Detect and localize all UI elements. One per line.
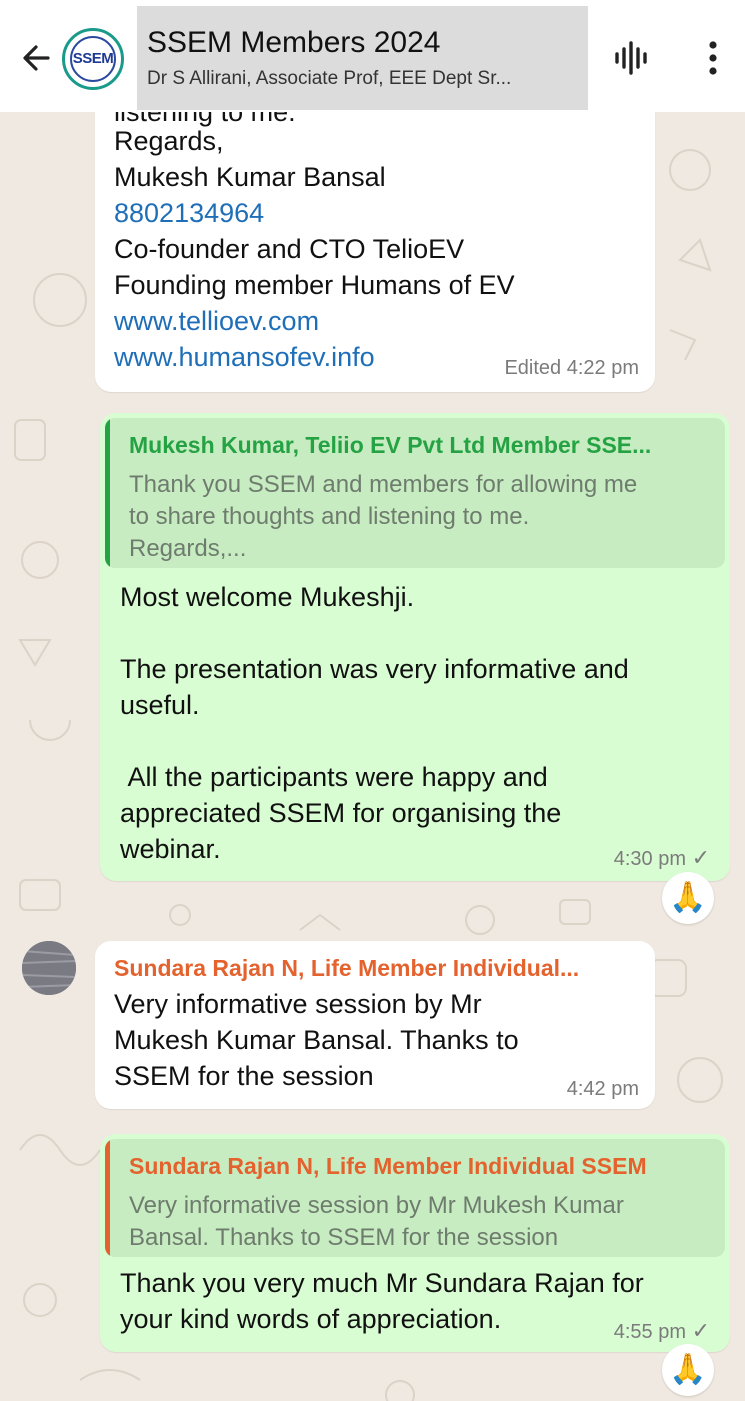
message-text: Co-founder and CTO TelioEV — [114, 234, 465, 264]
message-time: 4:55 pm ✓ — [614, 1318, 710, 1344]
message-text: Mukesh Kumar Bansal — [114, 162, 386, 192]
group-subtitle: Dr S Allirani, Associate Prof, EEE Dept … — [147, 68, 512, 89]
message-incoming[interactable]: Sundara Rajan N, Life Member Individual.… — [95, 941, 655, 1109]
web-link[interactable]: www.tellioev.com — [114, 303, 319, 339]
message-text: Very informative session by Mr — [114, 989, 482, 1019]
message-text: webinar. — [120, 834, 221, 864]
message-text: The presentation was very informative an… — [120, 654, 629, 684]
quoted-text: Thank you SSEM and members for allowing … — [129, 471, 638, 498]
time-text: 4:30 pm — [613, 848, 686, 870]
arrow-left-icon[interactable] — [18, 38, 58, 78]
quoted-message[interactable]: Mukesh Kumar, Teliio EV Pvt Ltd Member S… — [105, 418, 725, 568]
message-outgoing-reply[interactable]: Mukesh Kumar, Teliio EV Pvt Ltd Member S… — [100, 413, 730, 881]
message-meta: Edited 4:22 pm — [504, 357, 639, 379]
more-vertical-icon[interactable] — [700, 40, 726, 76]
reaction-pray-icon[interactable]: 🙏 — [662, 872, 714, 924]
message-time: 4:42 pm — [566, 1078, 639, 1100]
avatar-image — [22, 941, 76, 995]
message-text: Mukesh Kumar Bansal. Thanks to — [114, 1025, 519, 1055]
quoted-text: Bansal. Thanks to SSEM for the session — [129, 1224, 559, 1251]
quoted-sender: Sundara Rajan N, Life Member Individual … — [129, 1153, 647, 1179]
sent-tick-icon: ✓ — [691, 1318, 710, 1343]
message-outgoing-reply[interactable]: Sundara Rajan N, Life Member Individual … — [100, 1134, 730, 1352]
reaction-pray-icon[interactable]: 🙏 — [662, 1344, 714, 1396]
group-avatar[interactable]: SSEM — [62, 28, 124, 90]
message-text: appreciated SSEM for organising the — [120, 798, 562, 828]
quote-bar — [105, 1139, 110, 1257]
message-text: Thank you very much Mr Sundara Rajan for — [120, 1268, 644, 1298]
message-text: Most welcome Mukeshji. — [120, 582, 415, 612]
message-text: Regards, — [114, 126, 224, 156]
quoted-message[interactable]: Sundara Rajan N, Life Member Individual … — [105, 1139, 725, 1257]
quoted-text: to share thoughts and listening to me. — [129, 503, 530, 530]
audio-wave-icon[interactable] — [612, 40, 652, 76]
message-text: Founding member Humans of EV — [114, 270, 515, 300]
time-text: 4:55 pm — [613, 1321, 686, 1343]
quote-bar — [105, 418, 110, 568]
sender-name[interactable]: Sundara Rajan N, Life Member Individual.… — [114, 955, 579, 982]
message-text: All the participants were happy and — [120, 762, 548, 792]
sender-avatar[interactable] — [22, 941, 76, 995]
quoted-text: Very informative session by Mr Mukesh Ku… — [129, 1192, 624, 1219]
message-text: your kind words of appreciation. — [120, 1304, 502, 1334]
message-text: SSEM for the session — [114, 1061, 374, 1091]
logo-text: SSEM — [72, 50, 114, 67]
sent-tick-icon: ✓ — [691, 845, 710, 870]
message-time: 4:30 pm ✓ — [614, 845, 710, 871]
quoted-text: Regards,... — [129, 535, 247, 562]
chat-screen: SSEM SSEM Members 2024 Dr S Allirani, As… — [0, 0, 745, 1401]
message-text: useful. — [120, 690, 200, 720]
chat-header: SSEM SSEM Members 2024 Dr S Allirani, As… — [0, 0, 745, 112]
phone-link[interactable]: 8802134964 — [114, 195, 264, 231]
group-title: SSEM Members 2024 — [147, 26, 441, 59]
web-link[interactable]: www.humansofev.info — [114, 339, 375, 375]
quoted-sender: Mukesh Kumar, Teliio EV Pvt Ltd Member S… — [129, 432, 652, 458]
message-incoming-signature[interactable]: listening to me. Regards, Mukesh Kumar B… — [95, 70, 655, 392]
chat-title-area[interactable]: SSEM Members 2024 Dr S Allirani, Associa… — [137, 6, 588, 110]
